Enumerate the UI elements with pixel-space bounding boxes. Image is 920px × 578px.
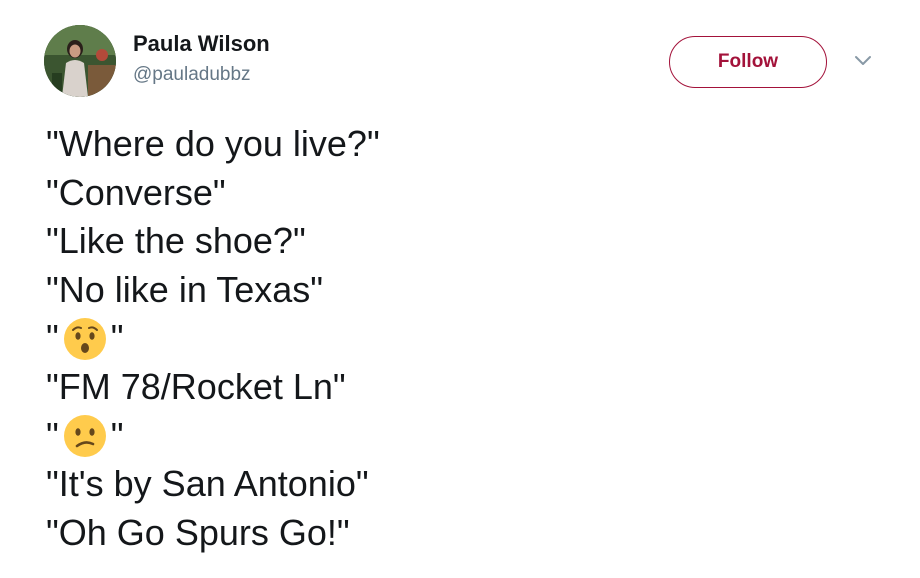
tweet-text: "Where do you live?" "Converse" "Like th… [46,120,380,557]
tweet-card: Paula Wilson @pauladubbz Follow "Where d… [0,0,920,578]
quote-close: " [110,414,124,456]
quote-close: " [110,317,124,359]
avatar[interactable] [44,25,116,97]
author-info: Paula Wilson @pauladubbz [133,31,270,87]
tweet-line: "Oh Go Spurs Go!" [46,511,350,553]
display-name[interactable]: Paula Wilson [133,31,270,57]
quote-open: " [46,317,59,359]
hushed-face-emoji-icon [63,317,107,361]
tweet-line: "It's by San Antonio" [46,463,369,505]
avatar-photo [44,25,116,97]
tweet-line: "Converse" [46,171,226,213]
tweet-line: "Where do you live?" [46,123,380,164]
confused-face-emoji-icon [63,414,107,458]
user-handle[interactable]: @pauladubbz [133,63,270,87]
chevron-down-icon[interactable] [852,52,874,70]
tweet-emoji-line: " " [46,314,380,363]
tweet-line: "No like in Texas" [46,268,324,310]
follow-button[interactable]: Follow [669,36,827,88]
quote-open: " [46,414,59,456]
tweet-line: "Like the shoe?" [46,220,306,262]
tweet-line: "FM 78/Rocket Ln" [46,365,346,407]
tweet-emoji-line: " " [46,412,380,461]
